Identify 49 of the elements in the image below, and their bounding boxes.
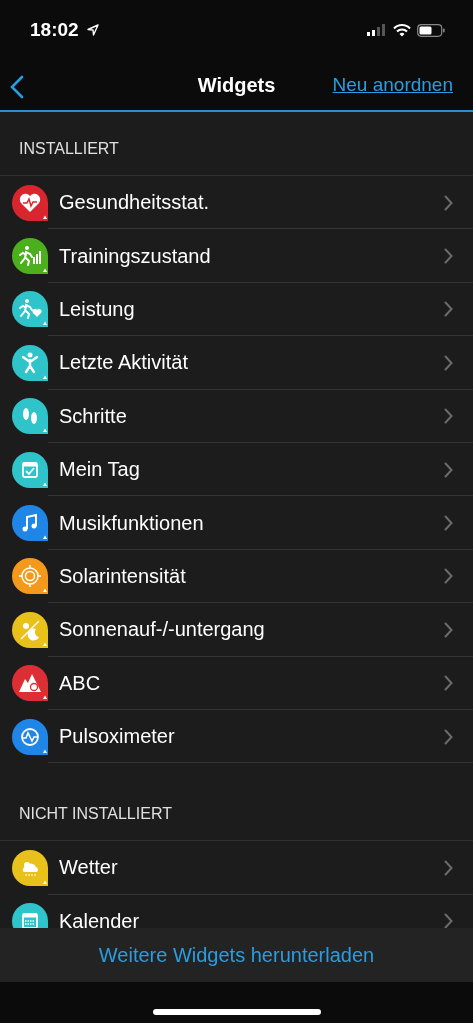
rearrange-link[interactable]: Neu anordnen (332, 74, 453, 96)
widget-row[interactable]: Musikfunktionen (0, 496, 473, 550)
chevron-right-icon (444, 515, 453, 532)
widget-name: Mein Tag (59, 458, 141, 482)
widget-name: Letzte Aktivität (59, 351, 189, 375)
chevron-right-icon (444, 860, 453, 876)
chevron-right-icon (444, 621, 453, 638)
download-more-link[interactable]: Weitere Widgets herunterladen (98, 943, 375, 967)
widget-name: Wetter (59, 856, 119, 880)
widget-name: Gesundheitsstat. (59, 191, 211, 215)
battery-icon (417, 23, 445, 37)
widget-row[interactable]: Trainingszustand (0, 229, 473, 283)
back-chevron-icon[interactable] (10, 75, 24, 99)
section-header: INSTALLIERT (19, 140, 119, 158)
section-header: NICHT INSTALLIERT (19, 805, 172, 824)
signal-icon (367, 24, 387, 36)
widget-name: Solarintensität (59, 564, 187, 588)
chevron-right-icon (444, 568, 453, 585)
widget-row[interactable]: Mein Tag (0, 442, 473, 497)
chevron-right-icon (444, 301, 453, 318)
widget-row[interactable]: Solarintensität (0, 549, 473, 604)
widget-name: Sonnenauf-/-untergang (59, 618, 266, 642)
widget-name: Kalender (59, 909, 141, 928)
chevron-right-icon (444, 461, 453, 478)
chevron-right-icon (444, 408, 453, 425)
widget-row[interactable]: Letzte Aktivität (0, 336, 473, 390)
widget-name: ABC (59, 671, 102, 695)
widget-row[interactable]: ABC (0, 656, 473, 710)
widget-row[interactable]: Gesundheitsstat. (0, 176, 473, 230)
chevron-right-icon (444, 194, 453, 211)
status-time: 18:02 (30, 19, 79, 41)
location-arrow-icon (86, 24, 99, 36)
widget-name: Pulsoximeter (59, 725, 176, 749)
chevron-right-icon (444, 728, 453, 745)
chevron-right-icon (444, 675, 453, 692)
widget-name: Leistung (59, 297, 136, 321)
wifi-icon (393, 23, 411, 37)
widget-name: Trainingszustand (59, 244, 212, 268)
widget-row[interactable]: Pulsoximeter (0, 709, 473, 764)
widget-row[interactable]: Schritte (0, 389, 473, 443)
widget-name: Musikfunktionen (59, 511, 205, 535)
chevron-right-icon (444, 354, 453, 371)
widget-name: Schritte (59, 404, 128, 428)
widget-row[interactable]: Leistung (0, 282, 473, 337)
widget-row[interactable]: Sonnenauf-/-untergang (0, 603, 473, 657)
chevron-right-icon (444, 913, 453, 928)
chevron-right-icon (444, 248, 453, 265)
widget-row[interactable]: Wetter (0, 841, 473, 895)
page-title: Widgets (197, 73, 276, 97)
